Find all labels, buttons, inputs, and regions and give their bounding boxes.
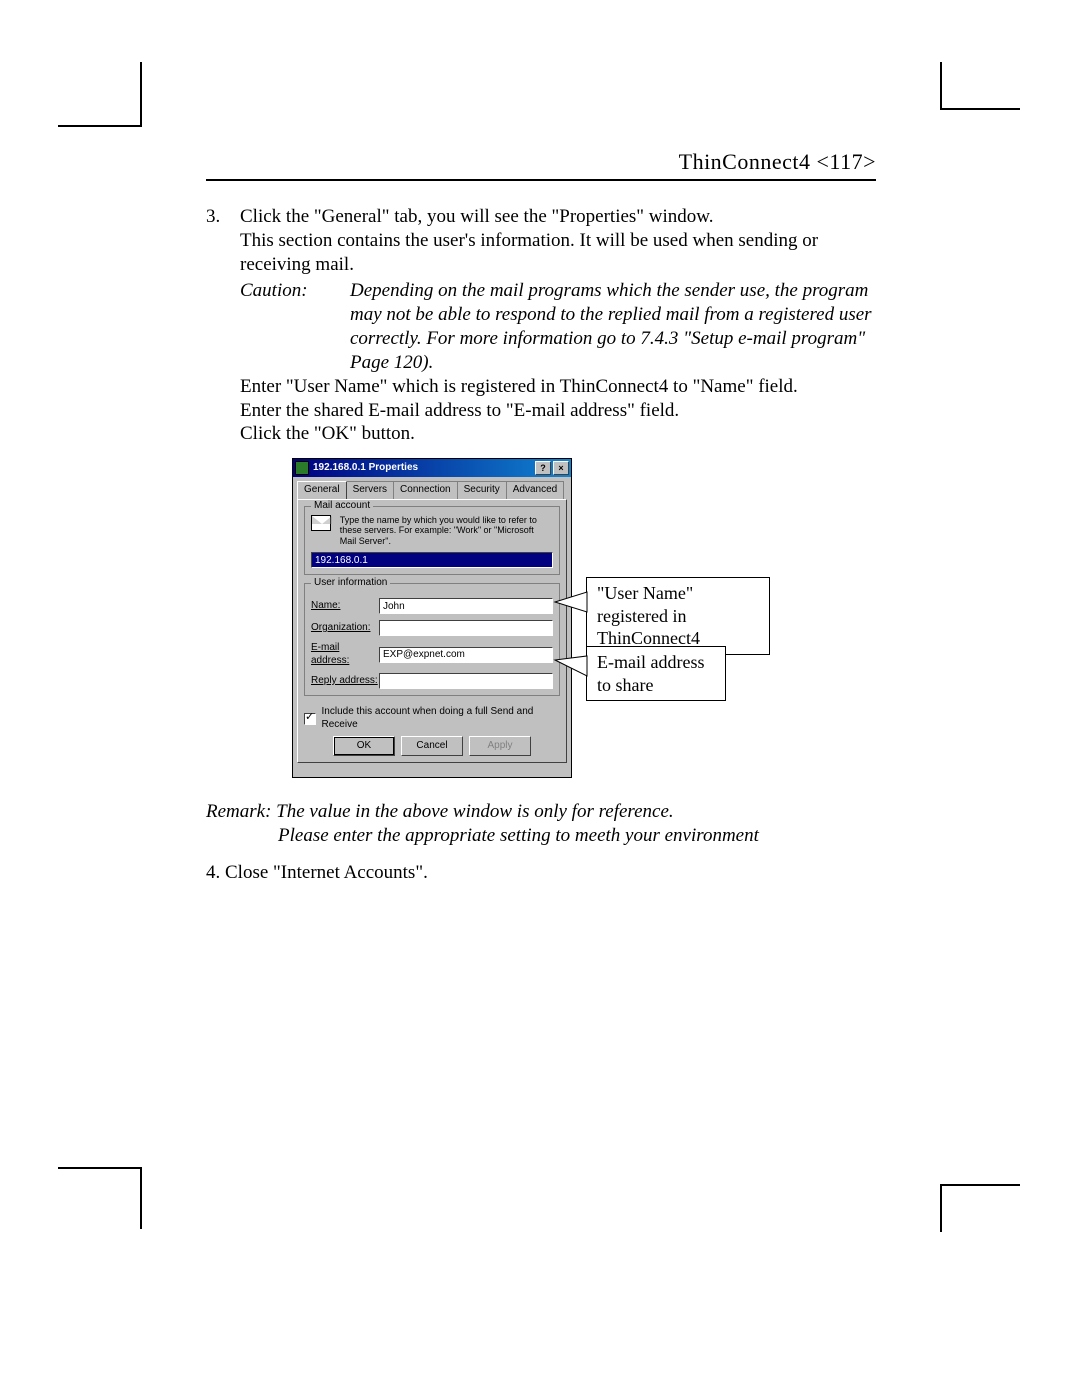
product-name: ThinConnect4 [679, 149, 811, 174]
tab-general[interactable]: General [297, 481, 347, 499]
callout-leader [555, 656, 595, 693]
caution-label: Caution: [240, 279, 350, 375]
mail-account-hint: Type the name by which you would like to… [340, 515, 550, 546]
crop-mark [140, 62, 142, 127]
page-header: ThinConnect4 <117> [206, 149, 876, 179]
dialog-button-row: OK Cancel Apply [298, 736, 566, 756]
callout-text: registered in ThinConnect4 [597, 605, 759, 650]
step-text: Enter "User Name" which is registered in… [240, 375, 876, 399]
step-text: Enter the shared E-mail address to "E-ma… [240, 399, 876, 423]
include-account-label: Include this account when doing a full S… [322, 706, 560, 731]
cancel-button[interactable]: Cancel [401, 736, 463, 756]
group-legend: Mail account [311, 500, 373, 513]
tab-advanced[interactable]: Advanced [506, 481, 564, 499]
step-4: 4. Close "Internet Accounts". [206, 862, 876, 884]
mail-account-input[interactable] [311, 552, 553, 568]
group-legend: User information [311, 577, 390, 590]
dialog-titlebar: 192.168.0.1 Properties ? × [293, 459, 571, 477]
dialog-tabs: General Servers Connection Security Adva… [293, 477, 571, 499]
caution-text: Depending on the mail programs which the… [350, 279, 876, 375]
callout-email: E-mail address to share [586, 646, 726, 701]
callout-text: to share [597, 674, 715, 697]
organization-label: Organization: [311, 622, 379, 635]
close-button[interactable]: × [553, 461, 569, 475]
email-label: E-mail address: [311, 642, 379, 667]
tab-connection[interactable]: Connection [393, 481, 458, 499]
page-number: <117> [817, 149, 877, 174]
name-input[interactable] [379, 598, 553, 614]
step-text: This section contains the user's informa… [240, 229, 876, 277]
screenshot-container: 192.168.0.1 Properties ? × General Serve… [240, 458, 876, 778]
tab-security[interactable]: Security [457, 481, 507, 499]
ok-button[interactable]: OK [333, 736, 395, 756]
step-3: 3. Click the "General" tab, you will see… [206, 205, 876, 778]
envelope-icon [311, 515, 331, 531]
crop-mark [140, 1167, 142, 1229]
tab-panel-general: Mail account Type the name by which you … [297, 499, 567, 763]
step-number: 3. [206, 205, 240, 778]
dialog-title: 192.168.0.1 Properties [313, 462, 533, 475]
crop-mark [940, 108, 1020, 110]
caution-block: Caution: Depending on the mail programs … [240, 279, 876, 375]
include-account-checkbox[interactable] [304, 713, 316, 725]
app-icon [295, 461, 309, 475]
organization-input[interactable] [379, 620, 553, 636]
callout-text: "User Name" [597, 582, 759, 605]
reply-label: Reply address: [311, 675, 379, 688]
callout-leader [555, 592, 595, 629]
remark-line: Remark: The value in the above window is… [206, 800, 876, 824]
header-rule [206, 179, 876, 181]
apply-button[interactable]: Apply [469, 736, 531, 756]
name-label: Name: [311, 600, 379, 613]
crop-mark [940, 62, 942, 110]
crop-mark [58, 125, 142, 127]
callout-username: "User Name" registered in ThinConnect4 [586, 577, 770, 655]
email-input[interactable] [379, 647, 553, 663]
remark-block: Remark: The value in the above window is… [206, 800, 876, 848]
step-text: Click the "OK" button. [240, 422, 876, 446]
user-info-group: User information Name: Organization: [304, 583, 560, 696]
properties-dialog: 192.168.0.1 Properties ? × General Serve… [292, 458, 572, 778]
crop-mark [940, 1184, 1020, 1186]
crop-mark [58, 1167, 142, 1169]
remark-line: Please enter the appropriate setting to … [206, 824, 876, 848]
step-text: Click the "General" tab, you will see th… [240, 205, 876, 229]
help-button[interactable]: ? [535, 461, 551, 475]
callout-text: E-mail address [597, 651, 715, 674]
reply-input[interactable] [379, 673, 553, 689]
include-account-row: Include this account when doing a full S… [304, 706, 560, 731]
mail-account-group: Mail account Type the name by which you … [304, 506, 560, 575]
tab-servers[interactable]: Servers [346, 481, 394, 499]
crop-mark [940, 1184, 942, 1232]
